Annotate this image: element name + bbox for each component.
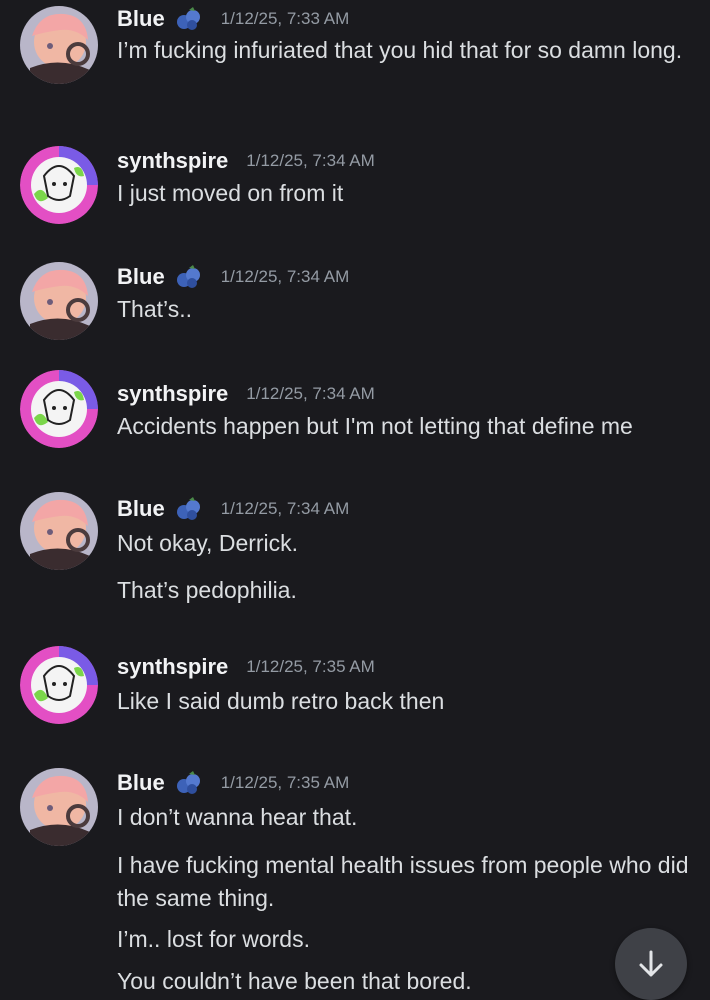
message-header: synthspire 1/12/25, 7:34 AM [117,144,375,178]
jump-to-present-button[interactable] [615,928,687,1000]
timestamp: 1/12/25, 7:35 AM [220,773,350,792]
avatar-blue[interactable] [20,6,98,84]
username[interactable]: synthspire [117,148,228,174]
timestamp: 1/12/25, 7:35 AM [246,657,375,676]
username[interactable]: synthspire [117,381,228,407]
avatar-blue-image [20,492,98,570]
timestamp: 1/12/25, 7:34 AM [220,267,350,286]
message-text: Not okay, Derrick. [117,530,299,556]
avatar-blue-image [20,768,98,846]
message-text: Accidents happen but I'm not letting tha… [117,413,633,439]
username[interactable]: synthspire [117,654,228,680]
username[interactable]: Blue [117,496,165,522]
avatar-blue-image [20,262,98,340]
avatar-synthspire-image [20,146,98,224]
message-header: Blue 1/12/25, 7:34 AM [117,492,349,526]
message-text: I just moved on from it [117,180,344,206]
message-text: Like I said dumb retro back then [117,688,445,714]
message-text: That’s pedophilia. [117,577,297,603]
avatar-synthspire[interactable] [20,370,98,448]
timestamp: 1/12/25, 7:34 AM [246,151,375,170]
message-text: I’m.. lost for words. [117,926,310,952]
message-header: synthspire 1/12/25, 7:34 AM [117,377,375,411]
timestamp: 1/12/25, 7:34 AM [220,499,350,518]
blueberry-badge-icon[interactable] [173,496,203,522]
avatar-blue[interactable] [20,492,98,570]
message-header: Blue 1/12/25, 7:35 AM [117,766,349,800]
blueberry-badge-icon[interactable] [173,264,203,290]
blueberry-badge-icon[interactable] [173,770,203,796]
message-text: I have fucking mental health issues from… [117,852,689,911]
avatar-synthspire[interactable] [20,146,98,224]
avatar-synthspire-image [20,646,98,724]
timestamp: 1/12/25, 7:33 AM [220,9,350,28]
avatar-blue-image [20,6,98,84]
message-header: Blue 1/12/25, 7:34 AM [117,260,349,294]
message-header: synthspire 1/12/25, 7:35 AM [117,650,375,684]
message-text: That’s.. [117,296,192,322]
arrow-down-icon [639,950,663,977]
avatar-synthspire[interactable] [20,646,98,724]
message-text: I don’t wanna hear that. [117,804,358,830]
blueberry-badge-icon[interactable] [173,6,203,32]
username[interactable]: Blue [117,6,165,32]
avatar-synthspire-image [20,370,98,448]
message-header: Blue 1/12/25, 7:33 AM [117,2,349,36]
timestamp: 1/12/25, 7:34 AM [246,384,375,403]
message-text: You couldn’t have been that bored. [117,968,472,994]
avatar-blue[interactable] [20,768,98,846]
message-text: I’m fucking infuriated that you hid that… [117,37,683,63]
avatar-blue[interactable] [20,262,98,340]
username[interactable]: Blue [117,264,165,290]
username[interactable]: Blue [117,770,165,796]
